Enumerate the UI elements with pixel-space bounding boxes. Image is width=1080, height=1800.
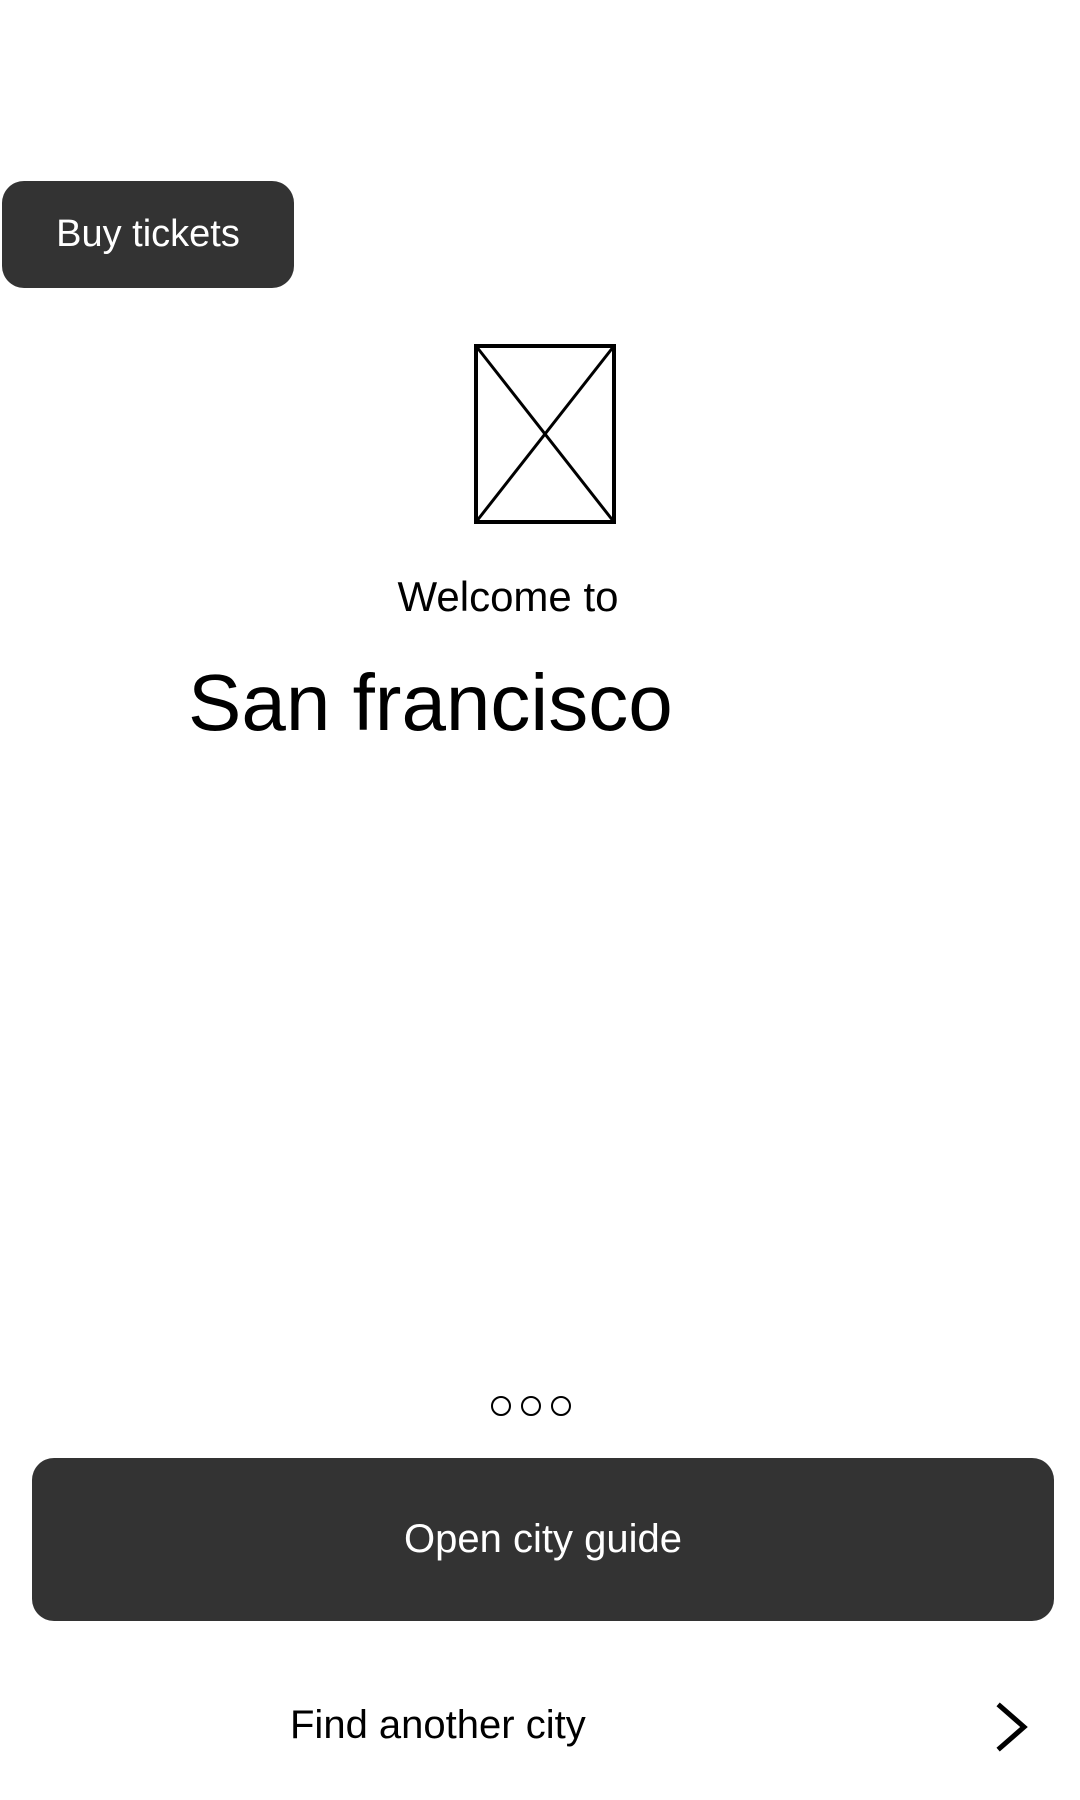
welcome-text: Welcome to [397, 573, 619, 620]
open-city-guide-label: Open city guide [404, 1517, 682, 1561]
city-name-title: San francisco [188, 658, 673, 747]
image-placeholder-icon [474, 344, 616, 524]
buy-tickets-label: Buy tickets [56, 213, 240, 255]
chevron-right-icon [996, 1702, 1028, 1752]
open-city-guide-button[interactable]: Open city guide [32, 1458, 1054, 1621]
buy-tickets-button[interactable]: Buy tickets [2, 181, 294, 288]
find-another-city-label: Find another city [290, 1703, 586, 1747]
page-dot-1[interactable] [491, 1396, 511, 1416]
find-another-city-link[interactable]: Find another city [0, 1680, 1080, 1770]
page-indicator [491, 1396, 571, 1416]
page-dot-2[interactable] [521, 1396, 541, 1416]
page-dot-3[interactable] [551, 1396, 571, 1416]
